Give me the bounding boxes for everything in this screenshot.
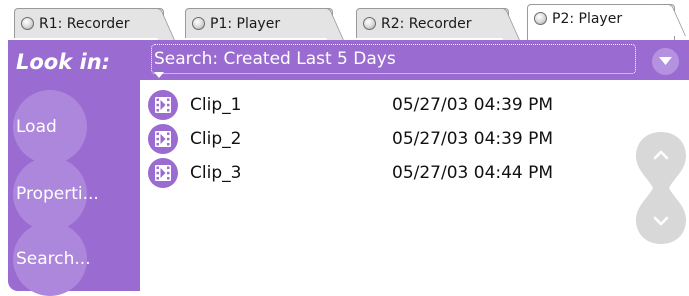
load-button[interactable]: Load <box>13 90 87 164</box>
tab-label: R1: Recorder <box>39 15 130 32</box>
load-button-label: Load <box>16 117 57 137</box>
film-clip-icon <box>148 124 178 154</box>
search-button[interactable]: Search... <box>13 222 91 296</box>
tab-bar: R1: Recorder P1: Player R2: Recorder P2:… <box>0 0 689 40</box>
radio-icon <box>363 17 376 30</box>
radio-icon <box>21 17 34 30</box>
clip-name: Clip_1 <box>190 95 242 115</box>
caret-down-icon <box>154 72 164 78</box>
search-filter-field[interactable]: Search: Created Last 5 Days <box>151 44 636 78</box>
tab-label: P1: Player <box>210 15 281 32</box>
search-button-label: Search... <box>16 249 91 269</box>
tab-r1-recorder[interactable]: R1: Recorder <box>14 8 164 38</box>
radio-icon <box>192 17 205 30</box>
chevron-down-icon <box>653 216 669 226</box>
tab-p1-player[interactable]: P1: Player <box>185 8 333 38</box>
look-in-label: Look in: <box>16 50 111 74</box>
film-clip-icon <box>148 90 178 120</box>
clip-name: Clip_3 <box>190 163 242 183</box>
list-item[interactable]: Clip_2 05/27/03 04:39 PM <box>148 122 618 156</box>
scroll-control <box>636 132 686 244</box>
properties-button[interactable]: Properti... <box>13 157 99 231</box>
scroll-down-button[interactable] <box>636 194 686 244</box>
properties-button-label: Properti... <box>16 184 99 204</box>
clip-name: Clip_2 <box>190 129 242 149</box>
scroll-up-button[interactable] <box>636 132 686 182</box>
clip-date: 05/27/03 04:44 PM <box>392 163 554 183</box>
tab-label: P2: Player <box>552 10 623 27</box>
list-item[interactable]: Clip_3 05/27/03 04:44 PM <box>148 156 618 190</box>
clip-date: 05/27/03 04:39 PM <box>392 129 554 149</box>
clip-list: Clip_1 05/27/03 04:39 PM Clip_2 05/27/03… <box>148 88 618 190</box>
tab-r2-recorder[interactable]: R2: Recorder <box>356 8 509 38</box>
list-item[interactable]: Clip_1 05/27/03 04:39 PM <box>148 88 618 122</box>
chevron-down-icon <box>659 57 672 65</box>
radio-icon <box>534 12 547 25</box>
search-filter-value: Search: Created Last 5 Days <box>154 49 396 69</box>
chevron-up-icon <box>653 150 669 160</box>
film-clip-icon <box>148 158 178 188</box>
clip-date: 05/27/03 04:39 PM <box>392 95 554 115</box>
tab-p2-player[interactable]: P2: Player <box>527 4 675 40</box>
dropdown-button[interactable] <box>652 48 679 75</box>
tab-label: R2: Recorder <box>381 15 472 32</box>
